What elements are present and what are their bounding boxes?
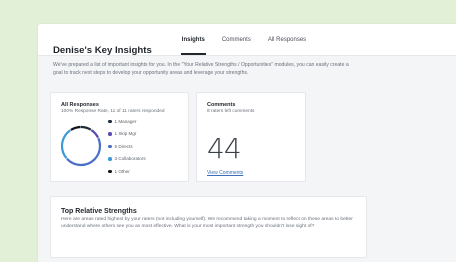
legend-label: 5 Directs	[114, 143, 133, 149]
legend-dot	[108, 132, 112, 136]
legend-dot	[108, 119, 112, 123]
all-responses-card: All Responses 100% Response Rate, 11 of …	[50, 92, 189, 182]
comments-card-title: Comments	[207, 102, 236, 108]
view-comments-link[interactable]: View Comments	[207, 170, 243, 176]
legend-label: 1 Skip Mgr	[114, 131, 137, 137]
tab-insights[interactable]: Insights	[180, 37, 206, 55]
page-title: Denise's Key Insights	[53, 45, 152, 56]
top-strengths-card: Top Relative Strengths Here are areas ra…	[50, 196, 367, 258]
responses-legend: 1 Manager 1 Skip Mgr 5 Directs 3 Collabo…	[108, 115, 146, 178]
insights-header: Denise's Key Insights We've prepared a l…	[53, 45, 365, 77]
summary-cards: All Responses 100% Response Rate, 11 of …	[50, 92, 365, 184]
page-description: We've prepared a list of important insig…	[53, 62, 349, 76]
comment-count: 44	[207, 132, 242, 165]
legend-item-collaborators: 3 Collaborators	[108, 153, 146, 166]
legend-item-directs: 5 Directs	[108, 140, 146, 153]
legend-label: 1 Other	[114, 168, 130, 174]
response-rate-text: 100% Response Rate, 11 of 11 raters resp…	[61, 109, 165, 114]
strengths-title: Top Relative Strengths	[61, 208, 137, 215]
legend-dot	[108, 169, 112, 173]
responses-card-title: All Responses	[61, 102, 99, 108]
tab-all-responses[interactable]: All Responses	[267, 37, 307, 43]
comments-subtitle: 8 raters left comments	[207, 109, 255, 114]
legend-dot	[108, 157, 112, 161]
strengths-description: Here are areas rated highest by your rat…	[61, 217, 353, 229]
tab-comments[interactable]: Comments	[221, 37, 252, 43]
comments-card: Comments 8 raters left comments 44 View …	[196, 92, 306, 182]
responses-donut-chart	[60, 125, 102, 167]
legend-item-skip-mgr: 1 Skip Mgr	[108, 128, 146, 141]
legend-item-manager: 1 Manager	[108, 115, 146, 128]
legend-label: 1 Manager	[114, 118, 137, 124]
legend-item-other: 1 Other	[108, 165, 146, 178]
legend-label: 3 Collaborators	[114, 156, 146, 162]
legend-dot	[108, 144, 112, 148]
